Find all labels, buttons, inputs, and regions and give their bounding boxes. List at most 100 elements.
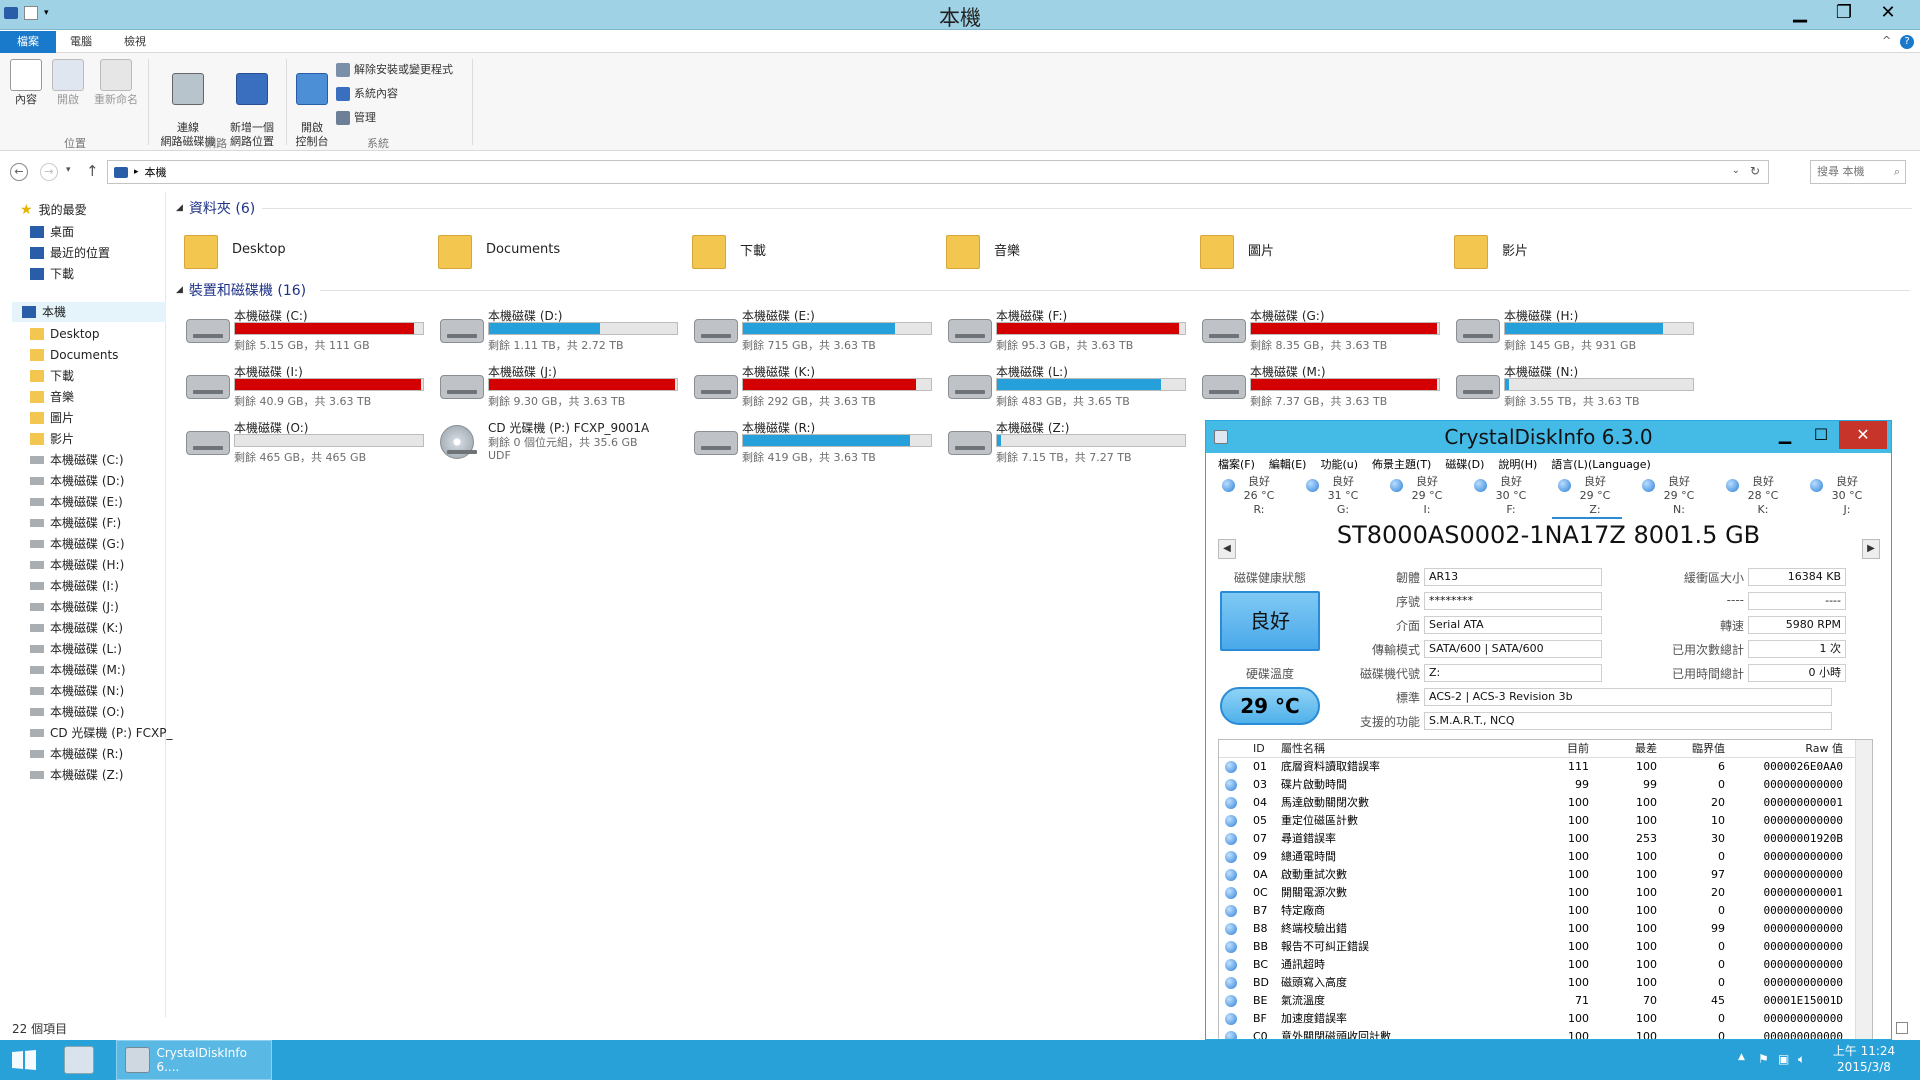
cdi-menu-item[interactable]: 語言(L)(Language) bbox=[1551, 456, 1651, 472]
nav-thispc-item[interactable]: Desktop bbox=[30, 324, 100, 344]
smart-row[interactable]: 03 碟片啟動時間 99 99 0 000000000000 bbox=[1219, 776, 1855, 794]
nav-thispc-item[interactable]: 本機磁碟 (M:) bbox=[30, 660, 126, 680]
drive-item[interactable]: 本機磁碟 (C:) 剩餘 5.15 GB，共 111 GB bbox=[182, 305, 427, 355]
smart-row[interactable]: 05 重定位磁區計數 100 100 10 000000000000 bbox=[1219, 812, 1855, 830]
smart-row[interactable]: 09 總通電時間 100 100 0 000000000000 bbox=[1219, 848, 1855, 866]
nav-favorite-item[interactable]: 桌面 bbox=[30, 222, 74, 242]
smart-row[interactable]: 07 尋道錯誤率 100 253 30 00000001920B bbox=[1219, 830, 1855, 848]
drive-item[interactable]: 本機磁碟 (L:) 剩餘 483 GB，共 3.65 TB bbox=[944, 361, 1189, 411]
cdi-menu-item[interactable]: 說明(H) bbox=[1498, 456, 1537, 472]
manage-button[interactable]: 管理 bbox=[336, 109, 376, 127]
address-box[interactable]: ▸ 本機 ⌄ ↻ bbox=[107, 160, 1769, 184]
col-id-header[interactable]: ID bbox=[1253, 740, 1265, 758]
cd-drive-item[interactable]: CD 光碟機 (P:) FCXP_9001A 剩餘 0 個位元組，共 35.6 G… bbox=[436, 417, 681, 467]
cdi-drive-tab[interactable]: 良好 29 °C Z: bbox=[1552, 475, 1622, 519]
up-button[interactable]: ↑ bbox=[86, 162, 99, 180]
smart-row[interactable]: BC 通訊超時 100 100 0 000000000000 bbox=[1219, 956, 1855, 974]
cdi-drive-tab[interactable]: 良好 28 °C K: bbox=[1720, 475, 1790, 517]
cdi-drive-tab[interactable]: 良好 29 °C N: bbox=[1636, 475, 1706, 517]
cdi-menu-item[interactable]: 編輯(E) bbox=[1269, 456, 1307, 472]
nav-thispc-item[interactable]: 本機磁碟 (I:) bbox=[30, 576, 119, 596]
maximize-button[interactable]: ❐ bbox=[1822, 0, 1866, 28]
close-button[interactable]: ✕ bbox=[1866, 0, 1910, 28]
nav-thispc-item[interactable]: 本機磁碟 (Z:) bbox=[30, 765, 123, 785]
network-icon[interactable]: ▣ bbox=[1778, 1052, 1789, 1066]
nav-thispc[interactable]: 本機 bbox=[12, 302, 166, 322]
drive-item[interactable]: 本機磁碟 (I:) 剩餘 40.9 GB，共 3.63 TB bbox=[182, 361, 427, 411]
cdi-drive-tab[interactable]: 良好 30 °C F: bbox=[1468, 475, 1538, 517]
nav-thispc-item[interactable]: 下載 bbox=[30, 366, 74, 386]
nav-thispc-item[interactable]: 音樂 bbox=[30, 387, 74, 407]
smart-row[interactable]: BF 加速度錯誤率 100 100 0 000000000000 bbox=[1219, 1010, 1855, 1028]
nav-favorite-item[interactable]: 最近的位置 bbox=[30, 243, 110, 263]
nav-thispc-item[interactable]: 本機磁碟 (D:) bbox=[30, 471, 124, 491]
forward-button[interactable]: → bbox=[40, 163, 58, 181]
folder-item[interactable]: 影片 bbox=[1452, 222, 1692, 276]
cdi-drive-tab[interactable]: 良好 30 °C J: bbox=[1804, 475, 1874, 517]
volume-icon[interactable]: 🔈︎ bbox=[1798, 1052, 1805, 1067]
drive-item[interactable]: 本機磁碟 (M:) 剩餘 7.37 GB，共 3.63 TB bbox=[1198, 361, 1443, 411]
nav-thispc-item[interactable]: 本機磁碟 (G:) bbox=[30, 534, 125, 554]
rename-button[interactable]: 重新命名 bbox=[86, 59, 146, 107]
nav-thispc-item[interactable]: Documents bbox=[30, 345, 118, 365]
uninstall-program-button[interactable]: 解除安裝或變更程式 bbox=[336, 61, 453, 79]
refresh-icon[interactable]: ↻ bbox=[1750, 164, 1760, 178]
folder-item[interactable]: Desktop bbox=[182, 222, 422, 276]
nav-favorites[interactable]: ★ 我的最愛 bbox=[20, 200, 87, 220]
drive-item[interactable]: 本機磁碟 (R:) 剩餘 419 GB，共 3.63 TB bbox=[690, 417, 935, 467]
details-view-icon[interactable] bbox=[1896, 1022, 1908, 1034]
cdi-drive-tab[interactable]: 良好 29 °C I: bbox=[1384, 475, 1454, 517]
tab-file[interactable]: 檔案 bbox=[0, 31, 56, 53]
smart-row[interactable]: B8 終端校驗出錯 100 100 99 000000000000 bbox=[1219, 920, 1855, 938]
folder-item[interactable]: 下載 bbox=[690, 222, 930, 276]
col-threshold-header[interactable]: 臨界值 bbox=[1669, 740, 1725, 758]
folder-item[interactable]: 圖片 bbox=[1198, 222, 1438, 276]
drive-item[interactable]: 本機磁碟 (H:) 剩餘 145 GB，共 931 GB bbox=[1452, 305, 1697, 355]
nav-thispc-item[interactable]: 本機磁碟 (L:) bbox=[30, 639, 122, 659]
cdi-close-button[interactable]: ✕ bbox=[1839, 421, 1887, 449]
search-input[interactable]: 搜尋 本機 ⌕ bbox=[1810, 160, 1906, 184]
cdi-drive-tab[interactable]: 良好 31 °C G: bbox=[1300, 475, 1370, 517]
nav-thispc-item[interactable]: 本機磁碟 (R:) bbox=[30, 744, 123, 764]
drive-item[interactable]: 本機磁碟 (K:) 剩餘 292 GB，共 3.63 TB bbox=[690, 361, 935, 411]
tab-computer[interactable]: 電腦 bbox=[56, 31, 106, 53]
tab-view[interactable]: 檢視 bbox=[110, 31, 160, 53]
collapse-ribbon-icon[interactable]: ^ bbox=[1882, 34, 1891, 47]
col-raw-header[interactable]: Raw 值 bbox=[1743, 740, 1843, 758]
nav-thispc-item[interactable]: 本機磁碟 (H:) bbox=[30, 555, 124, 575]
drive-item[interactable]: 本機磁碟 (G:) 剩餘 8.35 GB，共 3.63 TB bbox=[1198, 305, 1443, 355]
drive-item[interactable]: 本機磁碟 (E:) 剩餘 715 GB，共 3.63 TB bbox=[690, 305, 935, 355]
smart-row[interactable]: BE 氣流溫度 71 70 45 00001E15001D bbox=[1219, 992, 1855, 1010]
smart-row[interactable]: BD 磁頭寫入高度 100 100 0 000000000000 bbox=[1219, 974, 1855, 992]
nav-thispc-item[interactable]: 本機磁碟 (F:) bbox=[30, 513, 121, 533]
drives-section-header[interactable]: ◢ 裝置和磁碟機 (16) bbox=[176, 280, 306, 300]
drive-item[interactable]: 本機磁碟 (N:) 剩餘 3.55 TB，共 3.63 TB bbox=[1452, 361, 1697, 411]
col-current-header[interactable]: 目前 bbox=[1559, 740, 1589, 758]
drive-item[interactable]: 本機磁碟 (O:) 剩餘 465 GB，共 465 GB bbox=[182, 417, 427, 467]
nav-thispc-item[interactable]: 本機磁碟 (O:) bbox=[30, 702, 124, 722]
cdi-menu-item[interactable]: 檔案(F) bbox=[1218, 456, 1255, 472]
taskbar-crystaldiskinfo-button[interactable]: CrystalDiskInfo 6.... bbox=[116, 1040, 272, 1080]
drive-item[interactable]: 本機磁碟 (D:) 剩餘 1.11 TB，共 2.72 TB bbox=[436, 305, 681, 355]
taskbar-explorer-icon[interactable] bbox=[64, 1046, 94, 1074]
nav-thispc-item[interactable]: 本機磁碟 (J:) bbox=[30, 597, 119, 617]
folder-item[interactable]: 音樂 bbox=[944, 222, 1184, 276]
help-icon[interactable]: ? bbox=[1900, 35, 1914, 49]
taskbar-clock[interactable]: 上午 11:24 2015/3/8 bbox=[1824, 1043, 1904, 1075]
cdi-menu-item[interactable]: 功能(u) bbox=[1320, 456, 1358, 472]
nav-favorite-item[interactable]: 下載 bbox=[30, 264, 74, 284]
next-disk-button[interactable]: ▶ bbox=[1862, 539, 1880, 559]
system-properties-button[interactable]: 系統內容 bbox=[336, 85, 398, 103]
control-panel-button[interactable]: 開啟 控制台 bbox=[282, 59, 342, 149]
recent-locations-icon[interactable]: ▾ bbox=[66, 165, 71, 175]
drive-item[interactable]: 本機磁碟 (J:) 剩餘 9.30 GB，共 3.63 TB bbox=[436, 361, 681, 411]
col-name-header[interactable]: 屬性名稱 bbox=[1281, 740, 1325, 758]
breadcrumb[interactable]: 本機 bbox=[145, 164, 167, 180]
cdi-menu-item[interactable]: 佈景主題(T) bbox=[1372, 456, 1431, 472]
nav-thispc-item[interactable]: CD 光碟機 (P:) FCXP_ bbox=[30, 723, 172, 743]
cdi-drive-tab[interactable]: 良好 26 °C R: bbox=[1216, 475, 1286, 517]
nav-thispc-item[interactable]: 本機磁碟 (E:) bbox=[30, 492, 123, 512]
col-worst-header[interactable]: 最差 bbox=[1617, 740, 1657, 758]
cdi-menu-item[interactable]: 磁碟(D) bbox=[1445, 456, 1484, 472]
show-hidden-icons[interactable]: ▲ bbox=[1738, 1052, 1745, 1062]
